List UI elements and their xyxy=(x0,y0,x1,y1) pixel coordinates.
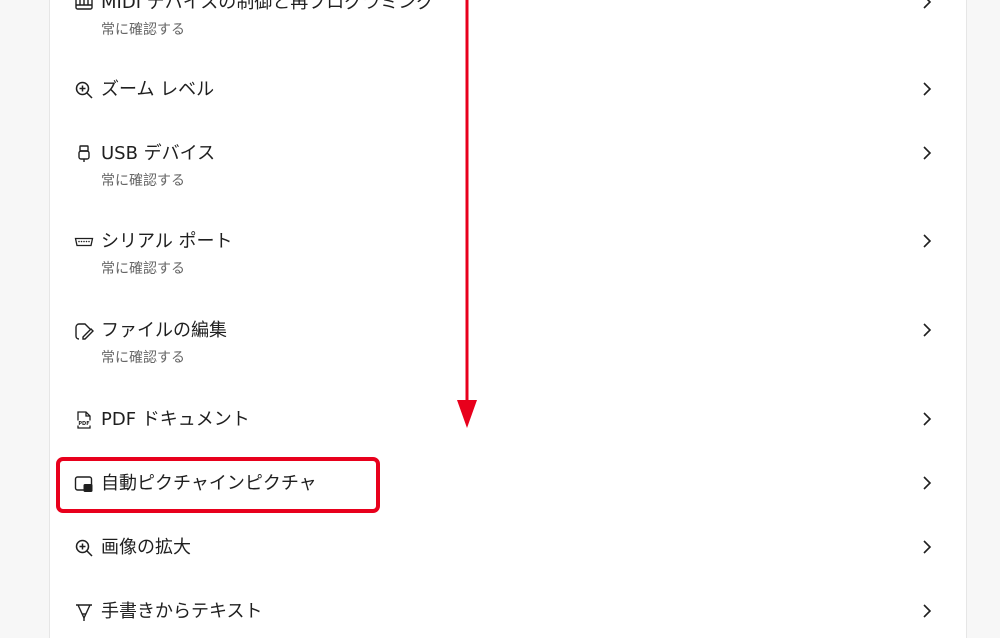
setting-row-pdf-documents[interactable]: PDF PDF ドキュメント xyxy=(50,400,966,440)
setting-row-usb-devices[interactable]: USB デバイス 常に確認する xyxy=(50,134,966,194)
chevron-right-icon xyxy=(920,321,934,339)
setting-row-file-editing[interactable]: ファイルの編集 常に確認する xyxy=(50,311,966,371)
chevron-right-icon xyxy=(920,80,934,98)
zoom-in-icon xyxy=(74,80,94,100)
pdf-icon: PDF xyxy=(74,410,94,430)
setting-subtitle: 常に確認する xyxy=(101,350,185,366)
chevron-right-icon xyxy=(920,602,934,620)
chevron-right-icon xyxy=(920,410,934,428)
setting-title: ズーム レベル xyxy=(101,79,215,100)
chevron-right-icon xyxy=(920,474,934,492)
setting-subtitle: 常に確認する xyxy=(101,173,185,189)
image-zoom-icon xyxy=(74,538,94,558)
setting-title: MIDI デバイスの制御と再プログラミング xyxy=(101,0,435,13)
setting-row-midi[interactable]: MIDI デバイスの制御と再プログラミング 常に確認する xyxy=(50,0,966,46)
setting-subtitle: 常に確認する xyxy=(101,261,185,277)
setting-row-auto-picture-in-picture[interactable]: 自動ピクチャインピクチャ xyxy=(50,464,966,504)
setting-title: USB デバイス xyxy=(101,143,216,164)
setting-title: 自動ピクチャインピクチャ xyxy=(101,473,317,494)
setting-title: シリアル ポート xyxy=(101,231,233,252)
handwriting-icon xyxy=(74,602,94,622)
setting-row-zoom-level[interactable]: ズーム レベル xyxy=(50,70,966,110)
svg-text:PDF: PDF xyxy=(78,421,89,427)
chevron-right-icon xyxy=(920,232,934,250)
setting-row-image-zoom[interactable]: 画像の拡大 xyxy=(50,528,966,568)
file-edit-icon xyxy=(74,321,94,341)
usb-icon xyxy=(74,144,94,164)
chevron-right-icon xyxy=(920,538,934,556)
setting-title: ファイルの編集 xyxy=(101,320,227,341)
serial-port-icon xyxy=(74,232,94,252)
setting-subtitle: 常に確認する xyxy=(101,22,185,38)
setting-title: 手書きからテキスト xyxy=(101,601,263,622)
setting-title: 画像の拡大 xyxy=(101,537,191,558)
setting-title: PDF ドキュメント xyxy=(101,409,250,430)
picture-in-picture-icon xyxy=(74,474,94,494)
chevron-right-icon xyxy=(920,0,934,11)
setting-row-handwriting-to-text[interactable]: 手書きからテキスト xyxy=(50,592,966,632)
site-permissions-panel: MIDI デバイスの制御と再プログラミング 常に確認する ズーム レベル USB… xyxy=(49,0,967,638)
chevron-right-icon xyxy=(920,144,934,162)
setting-row-serial-port[interactable]: シリアル ポート 常に確認する xyxy=(50,222,966,282)
piano-icon xyxy=(74,0,94,13)
